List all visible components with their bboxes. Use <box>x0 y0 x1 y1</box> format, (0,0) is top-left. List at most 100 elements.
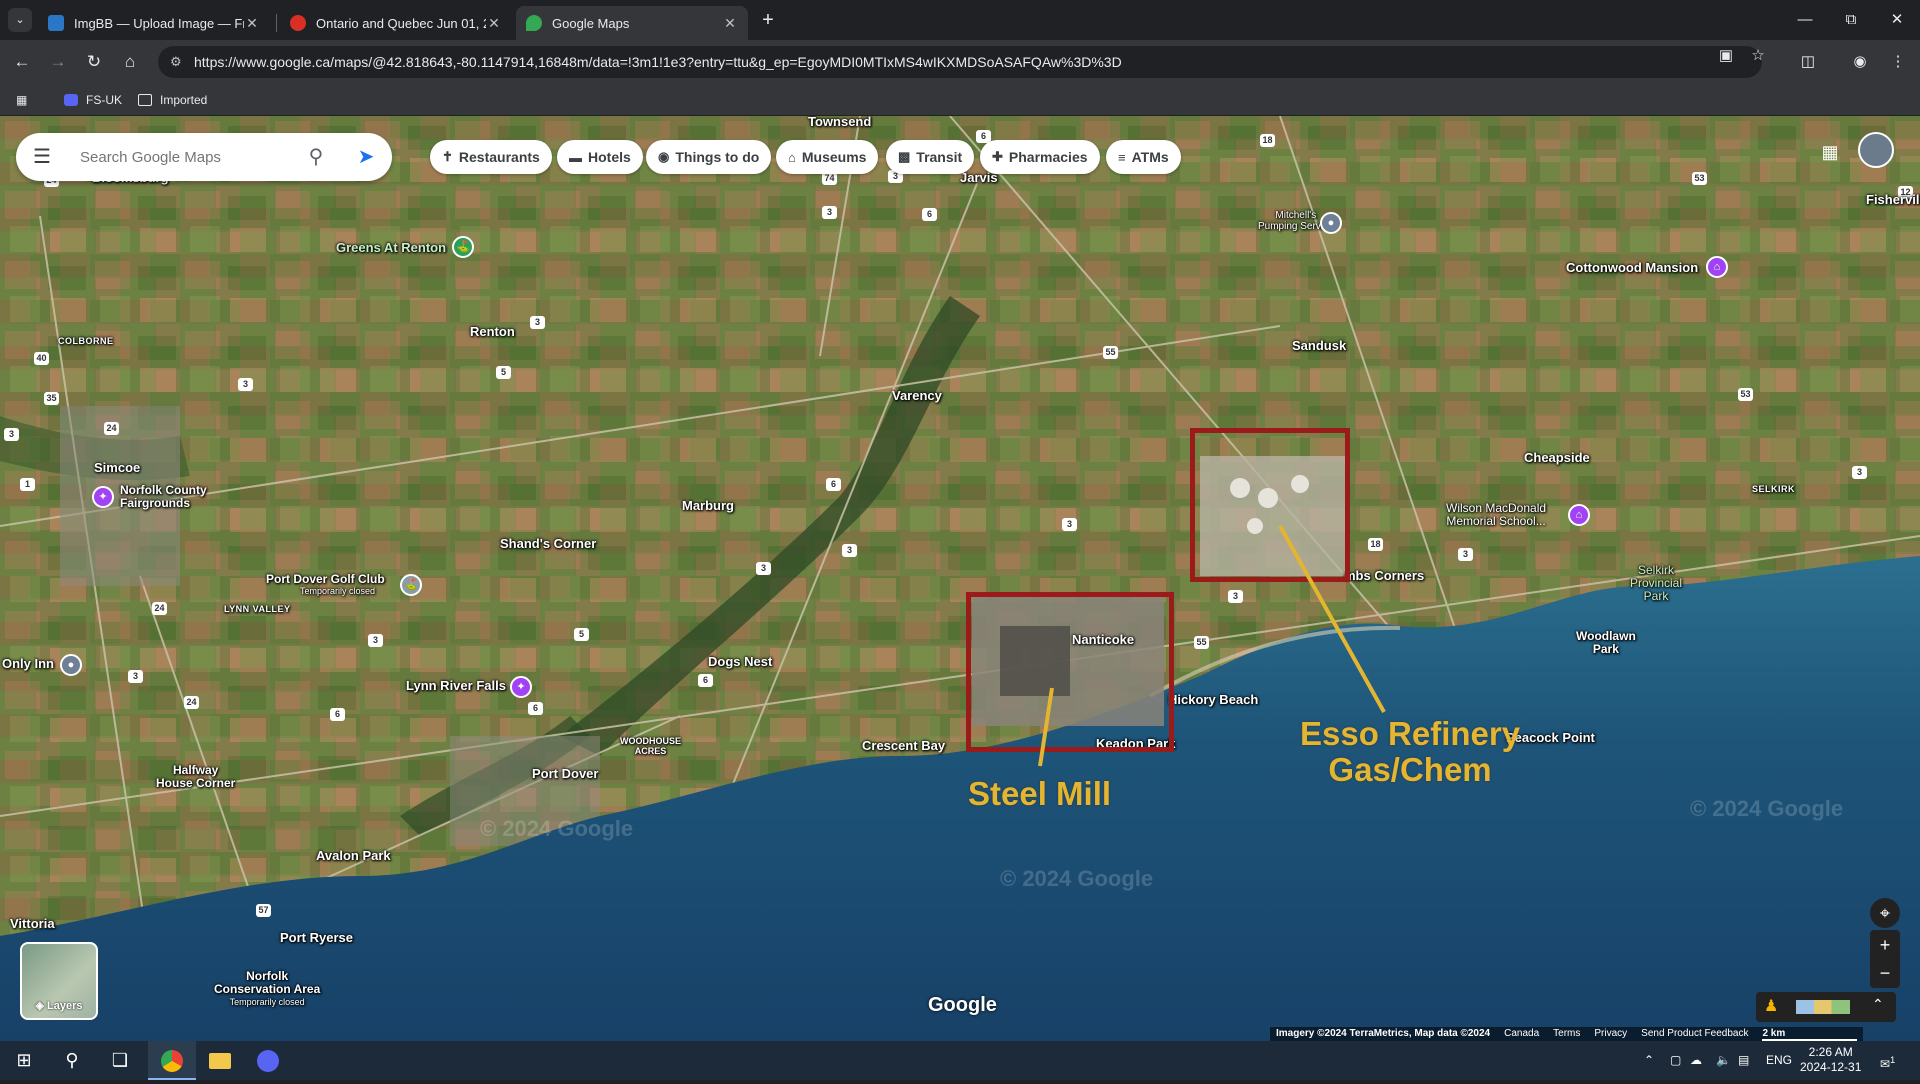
layers-icon: ◈ <box>35 1000 48 1012</box>
tab-divider <box>276 14 277 32</box>
windows-start-icon[interactable]: ⊞ <box>0 1041 48 1080</box>
reload-button[interactable]: ↻ <box>80 48 108 76</box>
chip-atms[interactable]: ≡ ATMs <box>1106 140 1181 174</box>
imgbb-icon <box>48 15 64 31</box>
terms-link[interactable]: Terms <box>1553 1027 1580 1041</box>
chip-transit[interactable]: ▩ Transit <box>886 140 975 174</box>
restore-button[interactable]: ⧉ <box>1828 0 1874 40</box>
maps-search-box[interactable]: ☰ ⚲ ➤ <box>16 133 392 181</box>
language-indicator[interactable]: ENG <box>1766 1041 1792 1080</box>
bookmarks-bar: ▦ FS-UK Imported <box>0 84 1920 116</box>
tab-title: Ontario and Quebec Jun 01, 2024 <box>316 15 486 31</box>
apps-grid-icon[interactable]: ▦ <box>16 90 27 110</box>
my-location-button[interactable]: ⌖ <box>1870 898 1900 928</box>
google-logo: Google <box>928 994 997 1016</box>
extensions-icon[interactable]: ◫ <box>1794 48 1822 76</box>
tab-imgbb[interactable]: ImgBB — Upload Image — Free ✕ <box>38 6 270 40</box>
chip-label: Hotels <box>588 149 631 165</box>
museum-icon: ⌂ <box>788 149 796 165</box>
search-icon[interactable]: ⚲ <box>302 143 330 171</box>
chrome-logo-icon <box>161 1050 183 1073</box>
zoom-in-button[interactable]: + <box>1870 930 1900 960</box>
annotation-line: Esso Refinery <box>1300 715 1521 752</box>
chip-label: Restaurants <box>458 149 540 165</box>
imagery-credit: Imagery ©2024 TerraMetrics, Map data ©20… <box>1276 1028 1491 1039</box>
fork-knife-icon: ✝ <box>442 149 453 164</box>
zoom-out-button[interactable]: − <box>1870 958 1900 988</box>
hamburger-menu-icon[interactable]: ☰ <box>30 145 54 169</box>
onedrive-icon[interactable]: ☁ <box>1690 1041 1702 1080</box>
directions-icon[interactable]: ➤ <box>354 145 378 169</box>
close-icon[interactable]: ✕ <box>722 15 738 32</box>
tab-search-button[interactable]: ⌄ <box>8 8 32 32</box>
chip-restaurants[interactable]: ✝ Restaurants <box>430 140 552 174</box>
file-explorer-icon[interactable] <box>196 1041 244 1080</box>
menu-dots-icon[interactable]: ⋮ <box>1884 48 1912 76</box>
bookmark-folder-imported[interactable]: Imported <box>138 90 207 110</box>
task-view-icon[interactable]: ❏ <box>96 1041 144 1080</box>
new-tab-button[interactable]: + <box>755 8 781 34</box>
tab-title: ImgBB — Upload Image — Free <box>74 15 244 31</box>
search-input[interactable] <box>78 143 298 171</box>
discord-logo-icon <box>257 1050 279 1073</box>
tab-ontario[interactable]: Ontario and Quebec Jun 01, 2024 ✕ <box>280 6 512 40</box>
imagery-thumbnails[interactable] <box>1796 1000 1850 1014</box>
chrome-icon[interactable] <box>148 1041 196 1080</box>
camera-icon: ◉ <box>658 149 670 164</box>
windows-taskbar: ⊞ ⚲ ❏ ⌃ ▢ ☁ 🔈 ▤ ENG 2:26 AM 2024-12-31 ✉… <box>0 1041 1920 1080</box>
close-icon[interactable]: ✕ <box>486 15 502 32</box>
layers-text: Layers <box>47 1000 83 1012</box>
close-icon[interactable]: ✕ <box>244 15 260 32</box>
forward-button[interactable]: → <box>44 48 72 76</box>
folder-icon <box>138 94 152 106</box>
notification-icon[interactable]: ✉1 <box>1880 1041 1895 1080</box>
search-icon[interactable]: ⚲ <box>48 1041 96 1080</box>
chip-things-to-do[interactable]: ◉ Things to do <box>646 140 772 174</box>
discord-icon <box>64 94 78 106</box>
maps-pin-icon <box>526 15 542 31</box>
bookmark-label: FS-UK <box>86 93 122 107</box>
bookmark-star-icon[interactable]: ☆ <box>1744 42 1772 70</box>
atm-icon: ≡ <box>1118 149 1126 165</box>
volume-icon[interactable]: 🔈 <box>1716 1041 1731 1080</box>
scale-bar[interactable]: 2 km <box>1762 1027 1858 1041</box>
browser-toolbar: ← → ↻ ⌂ ⚙ https://www.google.ca/maps/@42… <box>0 40 1920 84</box>
clock-date: 2024-12-31 <box>1800 1060 1862 1074</box>
folder-icon <box>209 1053 231 1070</box>
network-icon[interactable]: ▤ <box>1738 1041 1749 1080</box>
chip-pharmacies[interactable]: ✚ Pharmacies <box>980 140 1100 174</box>
map-attribution: Imagery ©2024 TerraMetrics, Map data ©20… <box>1270 1027 1864 1041</box>
address-bar[interactable]: ⚙ https://www.google.ca/maps/@42.818643,… <box>158 46 1762 78</box>
privacy-link[interactable]: Privacy <box>1594 1027 1627 1041</box>
chip-museums[interactable]: ⌂ Museums <box>776 140 879 174</box>
system-clock[interactable]: 2:26 AM 2024-12-31 <box>1800 1045 1861 1075</box>
close-window-button[interactable]: ✕ <box>1874 0 1920 40</box>
pegman-icon[interactable]: ♟ <box>1764 996 1778 1016</box>
expand-chevron-icon[interactable]: ⌃ <box>1872 996 1884 1013</box>
google-apps-icon[interactable]: ▦ <box>1818 140 1842 164</box>
tab-google-maps[interactable]: Google Maps ✕ <box>516 6 748 40</box>
avatar[interactable] <box>1858 132 1894 168</box>
profile-icon[interactable]: ◉ <box>1846 48 1874 76</box>
layers-button[interactable]: ◈ Layers <box>20 942 98 1020</box>
region-link[interactable]: Canada <box>1504 1027 1539 1041</box>
tray-device-icon[interactable]: ▢ <box>1670 1041 1681 1080</box>
back-button[interactable]: ← <box>8 48 36 76</box>
site-info-icon[interactable]: ⚙ <box>170 46 182 78</box>
annotation-line: Gas/Chem <box>1328 751 1492 788</box>
install-app-icon[interactable]: ▣ <box>1712 42 1740 70</box>
tab-strip: ⌄ ImgBB — Upload Image — Free ✕ Ontario … <box>0 0 1920 40</box>
bookmark-fs-uk[interactable]: FS-UK <box>64 90 122 110</box>
discord-icon[interactable] <box>244 1041 292 1080</box>
tray-chevron-icon[interactable]: ⌃ <box>1644 1041 1654 1080</box>
feedback-link[interactable]: Send Product Feedback <box>1641 1027 1748 1041</box>
satellite-map[interactable]: © 2024 Google © 2024 Google © 2024 Googl… <box>0 116 1920 1041</box>
chip-label: Museums <box>801 149 867 165</box>
home-button[interactable]: ⌂ <box>116 48 144 76</box>
minimize-button[interactable]: — <box>1782 0 1828 40</box>
esso-refinery-annotation: Esso Refinery Gas/Chem <box>1300 716 1520 788</box>
clock-time: 2:26 AM <box>1808 1045 1853 1059</box>
street-view-bar[interactable]: ♟ ⌃ <box>1756 992 1896 1022</box>
chip-hotels[interactable]: ▬ Hotels <box>557 140 643 174</box>
bookmark-label: Imported <box>160 93 208 107</box>
